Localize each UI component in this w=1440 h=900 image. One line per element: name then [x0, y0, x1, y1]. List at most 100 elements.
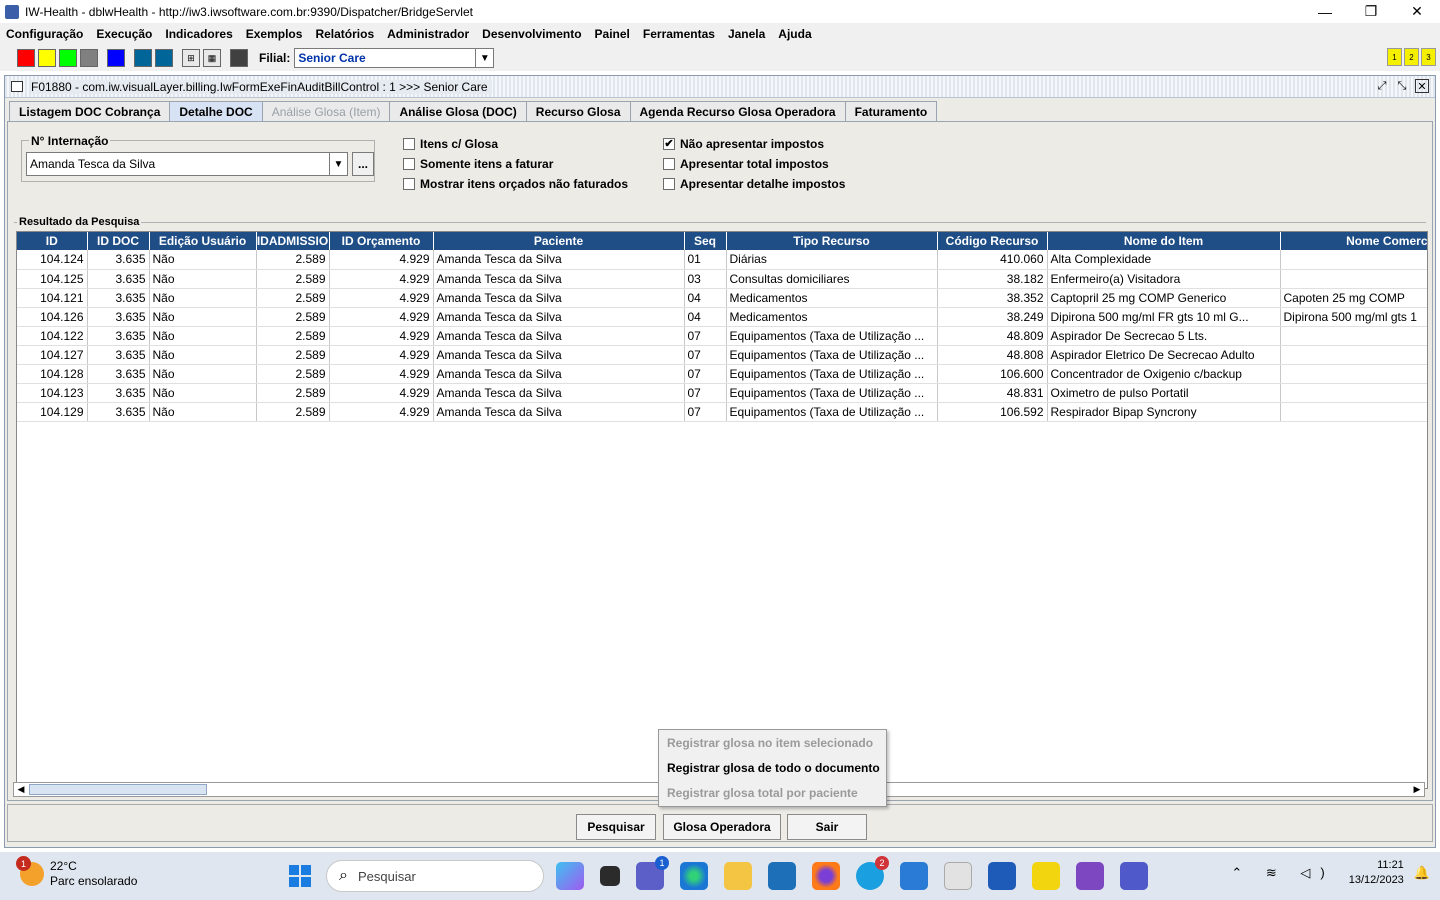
table-row[interactable]: 104.124 3.635 Não 2.589 4.929 Amanda Tesca da…: [17, 250, 1427, 270]
tray-icons[interactable]: ⌃ ≋ ◁): [1231, 865, 1334, 881]
copilot-icon[interactable]: [556, 862, 584, 890]
teams-chat-icon[interactable]: 1: [636, 856, 669, 890]
checkbox-box[interactable]: [403, 178, 415, 190]
checkmark-icon[interactable]: ✔: [663, 138, 675, 150]
table-row[interactable]: 104.127 3.635 Não 2.589 4.929 Amanda Tesca da…: [17, 345, 1427, 365]
menu-item-registrar-glosa-documento[interactable]: Registrar glosa de todo o documento: [659, 755, 886, 780]
task-view-icon[interactable]: [600, 866, 620, 886]
page-3-button[interactable]: 3: [1421, 48, 1436, 66]
column-header[interactable]: ID DOC: [87, 232, 150, 250]
notification-bell-icon[interactable]: 🔔: [1414, 865, 1430, 881]
menu-janela[interactable]: Janela: [728, 27, 765, 41]
color-gray-button[interactable]: [80, 49, 98, 67]
menu-execucao[interactable]: Execução: [96, 27, 152, 41]
column-header[interactable]: Edição Usuário: [149, 232, 257, 250]
menu-painel[interactable]: Painel: [595, 27, 630, 41]
maximize-button[interactable]: ❐: [1348, 0, 1394, 23]
grid-icon[interactable]: ▦: [203, 49, 221, 67]
checkbox-box[interactable]: [663, 158, 675, 170]
color-teal-button[interactable]: [134, 49, 152, 67]
word-icon[interactable]: [988, 862, 1016, 890]
java-icon[interactable]: [944, 862, 972, 890]
internacao-lookup-button[interactable]: ...: [352, 152, 374, 176]
filial-select[interactable]: Senior Care ▼: [294, 48, 495, 68]
menu-ajuda[interactable]: Ajuda: [778, 27, 811, 41]
menu-ferramentas[interactable]: Ferramentas: [643, 27, 715, 41]
column-header[interactable]: Nome Comerci: [1280, 232, 1427, 250]
column-header[interactable]: Nome do Item: [1047, 232, 1281, 250]
table-row[interactable]: 104.126 3.635 Não 2.589 4.929 Amanda Tesca da…: [17, 307, 1427, 327]
tab-faturamento[interactable]: Faturamento: [844, 101, 938, 121]
norton-icon[interactable]: [1032, 862, 1060, 890]
table-row[interactable]: 104.123 3.635 Não 2.589 4.929 Amanda Tesca da…: [17, 383, 1427, 403]
menu-exemplos[interactable]: Exemplos: [246, 27, 303, 41]
menu-administrador[interactable]: Administrador: [387, 27, 469, 41]
scroll-left-icon[interactable]: ◀: [14, 783, 28, 796]
checkbox-box[interactable]: [403, 138, 415, 150]
file-explorer-icon[interactable]: [724, 862, 752, 890]
table-row[interactable]: 104.128 3.635 Não 2.589 4.929 Amanda Tesca da…: [17, 364, 1427, 384]
internacao-combo[interactable]: Amanda Tesca da Silva ▼: [26, 152, 348, 176]
column-header[interactable]: Código Recurso: [937, 232, 1048, 250]
close-icon[interactable]: ✕: [1415, 79, 1429, 93]
column-header[interactable]: Paciente: [433, 232, 685, 250]
checkbox-nao-apresentar-impostos[interactable]: ✔ Não apresentar impostos: [663, 137, 824, 151]
checkbox-apresentar-detalhe-impostos[interactable]: Apresentar detalhe impostos: [663, 177, 845, 191]
pesquisar-button[interactable]: Pesquisar: [576, 814, 656, 840]
page-2-button[interactable]: 2: [1404, 48, 1419, 66]
table-row[interactable]: 104.122 3.635 Não 2.589 4.929 Amanda Tesca da…: [17, 326, 1427, 346]
tab-recurso-glosa[interactable]: Recurso Glosa: [525, 101, 631, 121]
column-header[interactable]: ID: [17, 232, 88, 250]
restore-icon[interactable]: ⤢: [1375, 79, 1389, 93]
tools-icon[interactable]: [768, 862, 796, 890]
color-dark-button[interactable]: [230, 49, 248, 67]
visual-studio-icon[interactable]: [1076, 862, 1104, 890]
menu-relatorios[interactable]: Relatórios: [315, 27, 374, 41]
maximize-icon[interactable]: ⤡: [1395, 79, 1409, 93]
checkbox-box[interactable]: [403, 158, 415, 170]
checkbox-somente-itens-faturar[interactable]: Somente itens a faturar: [403, 157, 553, 171]
windows-start-icon[interactable]: [289, 865, 311, 887]
checkbox-apresentar-total-impostos[interactable]: Apresentar total impostos: [663, 157, 829, 171]
color-blue-button[interactable]: [107, 49, 125, 67]
checkbox-mostrar-itens-orcados[interactable]: Mostrar itens orçados não faturados: [403, 177, 628, 191]
column-header[interactable]: IDADMISSIO: [256, 232, 330, 250]
sair-button[interactable]: Sair: [787, 814, 867, 840]
color-teal2-button[interactable]: [155, 49, 173, 67]
menu-desenvolvimento[interactable]: Desenvolvimento: [482, 27, 581, 41]
minimize-button[interactable]: —: [1302, 0, 1348, 23]
column-header[interactable]: Seq: [684, 232, 727, 250]
menu-indicadores[interactable]: Indicadores: [165, 27, 232, 41]
menu-configuracao[interactable]: Configuração: [6, 27, 83, 41]
checkbox-box[interactable]: [663, 178, 675, 190]
table-row[interactable]: 104.125 3.635 Não 2.589 4.929 Amanda Tesca da…: [17, 269, 1427, 289]
tree-icon[interactable]: ⊞: [182, 49, 200, 67]
column-header[interactable]: Tipo Recurso: [726, 232, 938, 250]
taskbar-search[interactable]: ⌕ Pesquisar: [326, 860, 544, 892]
firefox-icon[interactable]: [812, 862, 840, 890]
weather-widget[interactable]: 1 22°C Parc ensolarado: [16, 856, 137, 889]
clock[interactable]: 11:21 13/12/2023: [1349, 858, 1404, 888]
tab-analise-glosa-doc[interactable]: Análise Glosa (DOC): [389, 101, 527, 121]
color-red-button[interactable]: [17, 49, 35, 67]
table-row[interactable]: 104.121 3.635 Não 2.589 4.929 Amanda Tesca da…: [17, 288, 1427, 308]
tab-detalhe-doc[interactable]: Detalhe DOC: [169, 101, 263, 121]
skype-icon[interactable]: 2: [856, 856, 889, 890]
color-yellow-button[interactable]: [38, 49, 56, 67]
close-button[interactable]: ✕: [1394, 0, 1440, 23]
edge-icon[interactable]: [680, 862, 708, 890]
glosa-operadora-button[interactable]: Glosa Operadora: [663, 814, 781, 840]
table-row[interactable]: 104.129 3.635 Não 2.589 4.929 Amanda Tesca da…: [17, 402, 1427, 422]
tab-agenda-recurso-glosa-operadora[interactable]: Agenda Recurso Glosa Operadora: [629, 101, 846, 121]
scroll-right-icon[interactable]: ▶: [1410, 783, 1424, 796]
teams-icon[interactable]: [1120, 862, 1148, 890]
color-green-button[interactable]: [59, 49, 77, 67]
checkbox-itens-glosa[interactable]: Itens c/ Glosa: [403, 137, 498, 151]
tab-listagem-doc-cobranca[interactable]: Listagem DOC Cobrança: [9, 101, 171, 121]
chevron-down-icon[interactable]: ▼: [329, 153, 347, 175]
column-header[interactable]: ID Orçamento: [329, 232, 434, 250]
page-1-button[interactable]: 1: [1387, 48, 1402, 66]
chevron-down-icon[interactable]: ▼: [475, 49, 493, 67]
notepad-icon[interactable]: [900, 862, 928, 890]
scrollbar-thumb[interactable]: [29, 784, 207, 795]
